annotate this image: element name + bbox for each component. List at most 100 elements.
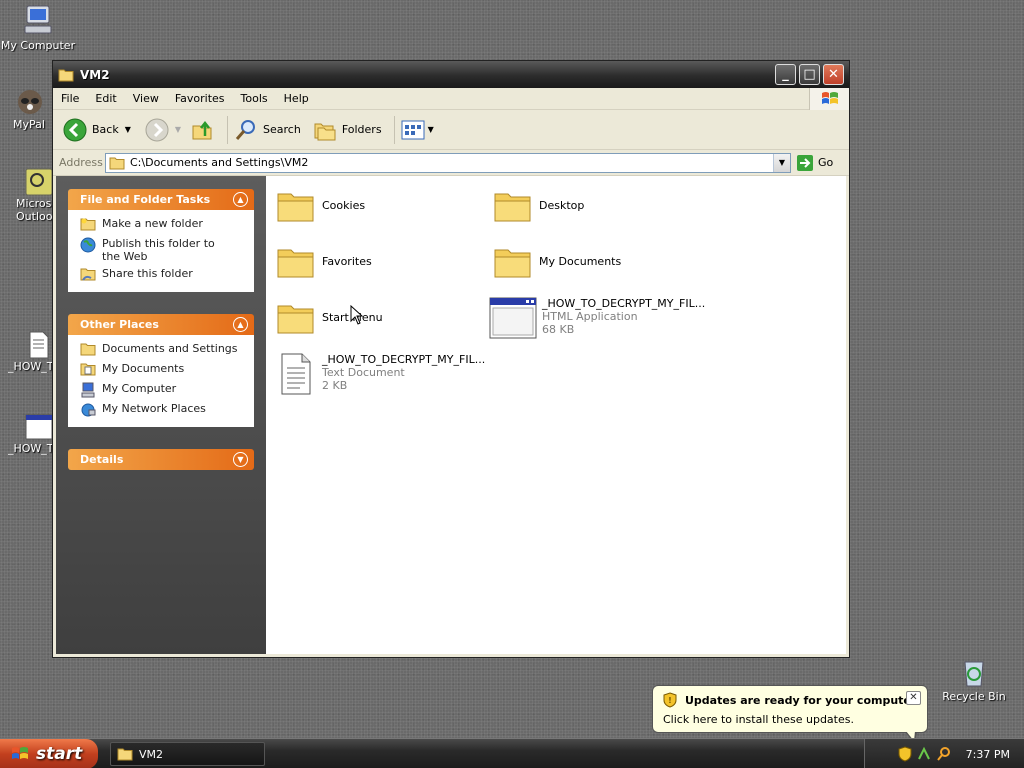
file-item-start-menu[interactable]: Start Menu bbox=[274, 296, 489, 340]
folder-icon bbox=[117, 748, 133, 761]
menu-file[interactable]: File bbox=[53, 92, 87, 105]
address-value: C:\Documents and Settings\VM2 bbox=[130, 156, 309, 169]
expand-icon[interactable]: ▼ bbox=[233, 452, 248, 467]
address-input[interactable]: C:\Documents and Settings\VM2 ▼ bbox=[105, 152, 791, 173]
file-item-favorites[interactable]: Favorites bbox=[274, 240, 489, 284]
balloon-title: ! Updates are ready for your computer bbox=[663, 692, 916, 708]
taskbar: start VM2 7:37 PM bbox=[0, 738, 1024, 768]
file-folder-tasks-group: File and Folder Tasks ▲ Make a new folde… bbox=[68, 189, 254, 292]
menu-tools[interactable]: Tools bbox=[233, 92, 276, 105]
file-item-how-to-decrypt-txt[interactable]: _HOW_TO_DECRYPT_MY_FIL... Text Document … bbox=[274, 352, 514, 396]
menu-bar: File Edit View Favorites Tools Help bbox=[53, 87, 849, 110]
file-name: _HOW_TO_DECRYPT_MY_FIL... bbox=[322, 353, 486, 366]
toolbar-separator bbox=[227, 115, 229, 144]
desktop-icon-how-to-hta[interactable]: _HOW_TO bbox=[4, 412, 53, 455]
desktop-icon-my-computer[interactable]: My Computer bbox=[0, 3, 78, 52]
details-header[interactable]: Details ▼ bbox=[68, 449, 254, 470]
desktop-icon-how-to-txt[interactable]: _HOW_TO bbox=[4, 330, 52, 373]
other-places-header[interactable]: Other Places ▲ bbox=[68, 314, 254, 335]
desktop-icon-label: Recycle Bin bbox=[942, 690, 1006, 703]
shield-icon bbox=[898, 746, 912, 762]
start-label: start bbox=[36, 744, 83, 764]
chevron-down-icon[interactable]: ▼ bbox=[773, 153, 790, 172]
file-list: Cookies Desktop Favorites My Documents S… bbox=[266, 176, 846, 654]
html-application-icon bbox=[489, 297, 537, 339]
collapse-icon[interactable]: ▲ bbox=[233, 317, 248, 332]
menu-favorites[interactable]: Favorites bbox=[167, 92, 233, 105]
back-label: Back bbox=[92, 123, 119, 136]
address-bar: Address C:\Documents and Settings\VM2 ▼ … bbox=[53, 150, 849, 176]
file-item-how-to-decrypt-hta[interactable]: _HOW_TO_DECRYPT_MY_FIL... HTML Applicati… bbox=[488, 296, 728, 340]
mouse-cursor-icon bbox=[350, 305, 364, 325]
tray-security-shield[interactable] bbox=[898, 746, 912, 762]
place-my-computer[interactable]: My Computer bbox=[80, 381, 254, 401]
chevron-down-icon[interactable]: ▼ bbox=[125, 125, 131, 134]
update-notification-balloon[interactable]: ! Updates are ready for your computer Cl… bbox=[652, 685, 928, 744]
balloon-close-button[interactable]: ✕ bbox=[906, 691, 921, 705]
folders-icon bbox=[314, 123, 336, 140]
network-icon bbox=[917, 746, 930, 760]
group-title: Details bbox=[80, 453, 124, 466]
up-folder-button[interactable] bbox=[191, 118, 215, 142]
search-icon bbox=[936, 747, 950, 761]
minimize-button[interactable]: _ bbox=[775, 64, 796, 85]
title-bar[interactable]: VM2 _ □ ✕ bbox=[53, 61, 849, 88]
file-item-desktop[interactable]: Desktop bbox=[491, 184, 706, 228]
search-label: Search bbox=[263, 123, 301, 136]
computer-icon bbox=[81, 382, 95, 398]
system-tray: 7:37 PM bbox=[864, 739, 1024, 768]
desktop-icon-label: _HOW_TO bbox=[8, 360, 52, 373]
desktop-icon-label: My Computer bbox=[0, 39, 76, 52]
clock[interactable]: 7:37 PM bbox=[966, 748, 1010, 761]
tray-network[interactable] bbox=[916, 746, 932, 762]
chevron-down-icon[interactable]: ▼ bbox=[428, 125, 434, 134]
taskbar-item-vm2[interactable]: VM2 bbox=[110, 742, 265, 766]
group-title: File and Folder Tasks bbox=[80, 193, 211, 206]
views-button[interactable]: ▼ bbox=[401, 120, 434, 140]
balloon-title-text: Updates are ready for your computer bbox=[685, 693, 917, 707]
desktop-icon-mypal[interactable]: MyPal bbox=[0, 86, 54, 131]
close-button[interactable]: ✕ bbox=[823, 64, 844, 85]
menu-help[interactable]: Help bbox=[276, 92, 317, 105]
folder-icon bbox=[494, 193, 531, 222]
back-button[interactable]: Back ▼ bbox=[63, 118, 131, 142]
maximize-button[interactable]: □ bbox=[799, 64, 820, 85]
windows-flag-icon bbox=[821, 91, 838, 104]
task-share-folder[interactable]: Share this folder bbox=[80, 266, 254, 286]
start-button[interactable]: start bbox=[0, 739, 98, 768]
file-item-cookies[interactable]: Cookies bbox=[274, 184, 489, 228]
task-publish-folder[interactable]: Publish this folder to the Web bbox=[80, 236, 254, 266]
desktop-icon-label: Microsoft Outlook bbox=[16, 197, 56, 223]
place-documents-and-settings[interactable]: Documents and Settings bbox=[80, 341, 254, 361]
menu-view[interactable]: View bbox=[125, 92, 167, 105]
folder-icon bbox=[277, 305, 314, 334]
task-make-new-folder[interactable]: Make a new folder bbox=[80, 216, 254, 236]
go-button[interactable]: Go bbox=[796, 154, 833, 172]
go-arrow-icon bbox=[797, 154, 813, 171]
html-application-icon bbox=[25, 414, 53, 440]
desktop-icon-recycle-bin[interactable]: Recycle Bin bbox=[934, 656, 1014, 703]
folders-button[interactable]: Folders bbox=[313, 119, 382, 141]
group-title: Other Places bbox=[80, 318, 159, 331]
file-item-my-documents[interactable]: My Documents bbox=[491, 240, 706, 284]
search-icon bbox=[235, 119, 256, 140]
forward-button[interactable]: ▼ bbox=[145, 118, 181, 142]
chevron-down-icon[interactable]: ▼ bbox=[175, 125, 181, 134]
shield-icon: ! bbox=[663, 692, 677, 708]
search-button[interactable]: Search bbox=[234, 118, 301, 142]
file-folder-tasks-header[interactable]: File and Folder Tasks ▲ bbox=[68, 189, 254, 210]
tray-search[interactable] bbox=[936, 746, 952, 762]
window-title: VM2 bbox=[80, 67, 110, 82]
file-type: HTML Application bbox=[542, 310, 638, 323]
desktop-icon-label: _HOW_TO bbox=[8, 442, 52, 455]
file-size: 2 KB bbox=[322, 379, 348, 392]
folder-icon bbox=[494, 249, 531, 278]
place-my-network-places[interactable]: My Network Places bbox=[80, 401, 254, 421]
desktop-icon-outlook[interactable]: Microsoft Outlook bbox=[2, 167, 56, 223]
toolbar-separator bbox=[393, 115, 395, 144]
collapse-icon[interactable]: ▲ bbox=[233, 192, 248, 207]
svg-text:!: ! bbox=[668, 696, 672, 705]
menu-edit[interactable]: Edit bbox=[87, 92, 124, 105]
go-label: Go bbox=[818, 156, 834, 169]
place-my-documents[interactable]: My Documents bbox=[80, 361, 254, 381]
